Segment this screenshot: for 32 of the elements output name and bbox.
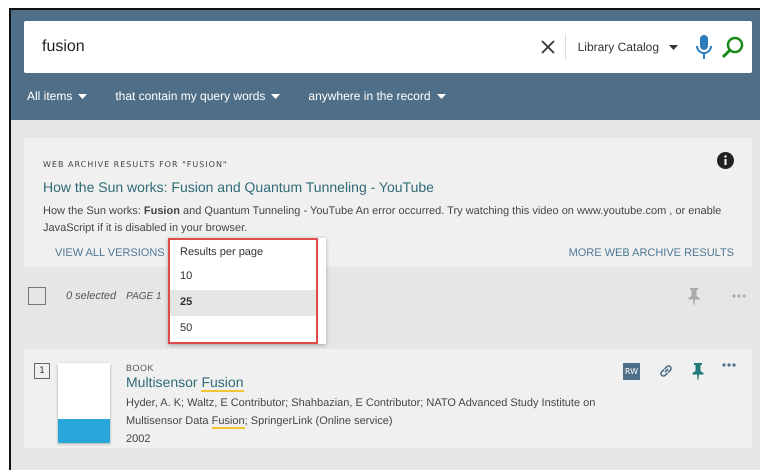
filter-dropdown[interactable]: that contain my query words <box>115 89 280 103</box>
menu-option[interactable]: 25 <box>170 290 316 316</box>
caret-icon <box>436 94 446 98</box>
link-icon[interactable] <box>658 363 674 379</box>
caret-icon <box>271 94 280 98</box>
caret-icon <box>669 44 678 50</box>
more-results-link[interactable]: MORE WEB ARCHIVE RESULTS <box>556 247 734 259</box>
scope-dropdown[interactable]: Library Catalog <box>564 34 686 60</box>
info-icon[interactable] <box>717 152 734 169</box>
filter-dropdown[interactable]: anywhere in the record <box>308 89 446 103</box>
more-icon[interactable] <box>722 363 736 367</box>
result-number: 1 <box>34 363 50 379</box>
microphone-icon[interactable] <box>696 35 712 59</box>
selected-count: 0 selected <box>66 290 116 302</box>
filter-dropdown[interactable]: All items <box>27 89 88 103</box>
result-snippet: How the Sun works: Fusion and Quantum Tunneling - YouTube An error occurred. Try watching this video on www.youtube.com , or enable JavaScript if it is disabled in your browser. <box>43 204 722 236</box>
pin-icon[interactable] <box>692 363 704 380</box>
section-heading: WEB ARCHIVE RESULTS FOR "FUSION" <box>43 160 228 169</box>
rw-badge[interactable]: RW <box>623 363 640 380</box>
result-type: BOOK <box>126 363 156 373</box>
view-all-versions-link[interactable]: VIEW ALL VERSIONS <box>43 247 165 259</box>
result-title-link[interactable]: How the Sun works: Fusion and Quantum Tunneling - YouTube <box>43 179 734 195</box>
result-year: 2002 <box>126 432 152 447</box>
search-bar[interactable]: fusion Library Catalog <box>24 21 752 73</box>
caret-icon <box>78 94 88 98</box>
result-authors: Hyder, A. K; Waltz, E Contributor; Shahbazian, E Contributor; NATO Advanced Study Institute on Multisensor Data Fusion; SpringerLink (Online service) <box>126 396 596 430</box>
page-label: PAGE 1 <box>126 290 162 302</box>
select-all-checkbox[interactable] <box>28 287 46 305</box>
close-icon[interactable] <box>540 40 555 54</box>
menu-title: Results per page <box>179 245 264 260</box>
result-title-link[interactable]: Multisensor Fusion <box>126 374 615 390</box>
search-icon[interactable] <box>722 36 744 58</box>
